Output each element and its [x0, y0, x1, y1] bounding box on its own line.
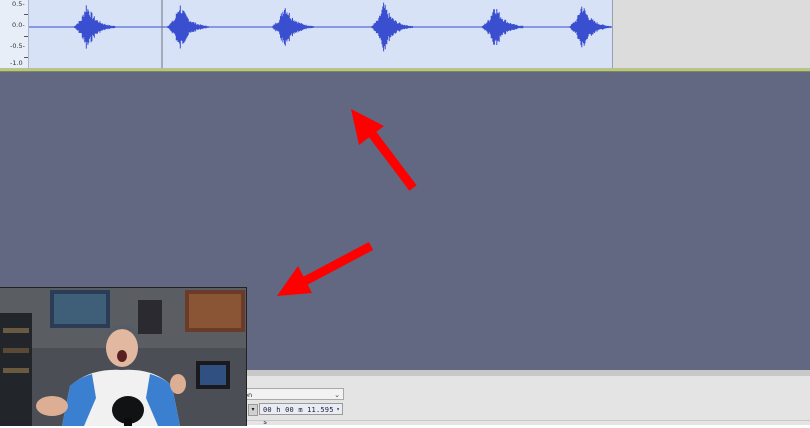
waveform-graphic [29, 0, 612, 68]
waveform-burst-path [73, 5, 116, 49]
waveform-burst [73, 5, 116, 49]
scale-tick [24, 57, 28, 58]
selection-start-time[interactable]: 00 h 00 m 11.595 s ▾ [259, 403, 343, 426]
chevron-down-icon: ⌄ [334, 391, 340, 399]
track-empty-region [613, 0, 810, 68]
waveform-burst [371, 2, 413, 52]
status-divider [240, 420, 810, 421]
time-format-dropdown[interactable]: ▾ [248, 404, 258, 416]
scale-label-0-0: 0.0- [12, 21, 25, 29]
waveform-area[interactable] [29, 0, 613, 68]
waveform-burst [569, 6, 612, 48]
scale-tick [24, 14, 28, 15]
waveform-burst-path [569, 6, 612, 48]
presenter-webcam-icon [0, 288, 246, 426]
scale-tick [24, 36, 28, 37]
waveform-burst-path [167, 5, 209, 49]
waveform-burst [481, 9, 524, 45]
snap-to-select[interactable]: on ⌄ [240, 388, 344, 400]
scale-label-neg-1-0: -1.0 [10, 59, 23, 67]
waveform-burst-path [371, 2, 413, 52]
waveform-burst [167, 5, 209, 49]
selection-start-time-value: 00 h 00 m 11.595 s [263, 406, 334, 426]
audio-track[interactable]: 0.5- 0.0- -0.5- -1.0 [0, 0, 810, 68]
waveform-burst-path [481, 9, 524, 45]
amplitude-scale: 0.5- 0.0- -0.5- -1.0 [0, 0, 29, 68]
waveform-burst [272, 8, 314, 46]
chevron-down-icon: ▾ [336, 406, 340, 413]
scale-label-neg-0-5: -0.5- [10, 42, 26, 50]
webcam-overlay [0, 287, 247, 426]
waveform-burst-path [272, 8, 314, 46]
scale-label-0-5: 0.5- [12, 0, 25, 8]
